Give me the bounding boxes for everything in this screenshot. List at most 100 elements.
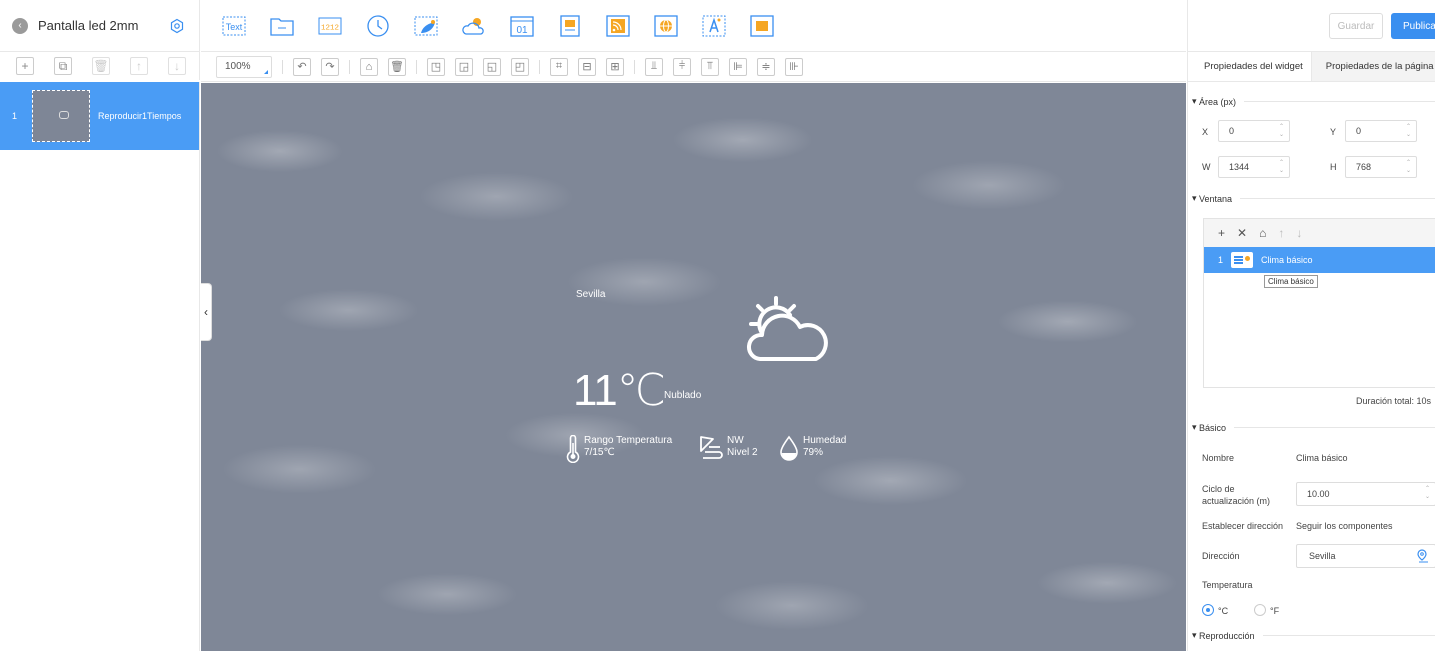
page-name: Reproducir1Tiempos <box>98 111 182 121</box>
tooltip: Clima básico <box>1264 275 1318 288</box>
counter-widget-button[interactable]: 1212 <box>317 13 343 39</box>
align-top-icon[interactable]: ⫪ <box>701 57 719 76</box>
align-hcenter-icon[interactable]: ≑ <box>757 57 775 76</box>
area-title: Área (px) <box>1199 96 1237 107</box>
image-widget-icon[interactable] <box>413 13 439 39</box>
text-widget-button[interactable]: Text <box>221 13 247 39</box>
move-down-icon[interactable]: ↓ <box>168 57 186 75</box>
basic-section-title[interactable]: ▾ Básico <box>1192 422 1435 433</box>
area-section-title[interactable]: ▾ Área (px) <box>1192 96 1435 107</box>
edit-toolbar: 100% ↶ ↷ ⌂ 🗑︎ ◳ ◲ ◱ ◰ ⌗ ⊟ ⊞ ⫫ ⫩ ⫪ ⊫ ≑ ⊪ <box>201 52 1186 82</box>
playback-title: Reproducción <box>1199 630 1255 641</box>
page-number: 1 <box>12 111 18 121</box>
bring-forward-icon[interactable]: ◳ <box>427 57 445 76</box>
address-input[interactable]: Sevilla <box>1296 544 1435 568</box>
humidity-info: Humedad 79% <box>779 435 846 461</box>
window-list-item[interactable]: 1 Clima básico <box>1204 247 1435 273</box>
fit-width-icon[interactable]: ⊟ <box>578 57 596 76</box>
collapse-panel-button[interactable]: ‹ <box>201 283 212 341</box>
rss-widget-icon[interactable] <box>605 13 631 39</box>
copy-page-icon[interactable]: ⧉ <box>54 57 72 75</box>
move-up-icon[interactable]: ↑ <box>1278 226 1284 240</box>
temperature-range: Rango Temperatura 7/15℃ <box>566 435 672 463</box>
title-bar: ‹ Pantalla led 2mm <box>0 0 200 52</box>
separator <box>416 59 417 74</box>
clock-icon[interactable] <box>365 13 391 39</box>
tab-widget-properties[interactable]: Propiedades del widget <box>1188 52 1312 81</box>
text-art-widget-icon[interactable] <box>701 13 727 39</box>
fahrenheit-label: °F <box>1270 606 1280 616</box>
location-icon[interactable] <box>1416 549 1430 563</box>
tab-page-properties[interactable]: Propiedades de la página <box>1311 52 1435 81</box>
move-down-icon[interactable]: ↓ <box>1296 226 1302 240</box>
clear-icon[interactable]: ⌂ <box>360 57 378 76</box>
width-input[interactable]: 1344 <box>1218 156 1290 178</box>
page-list: 1 Reproducir1Tiempos <box>0 82 200 651</box>
live-widget-icon[interactable] <box>749 13 775 39</box>
height-input[interactable]: 768 <box>1345 156 1417 178</box>
playback-section-title[interactable]: ▾ Reproducción <box>1192 630 1435 641</box>
page-list-item[interactable]: 1 Reproducir1Tiempos <box>0 82 199 150</box>
weather-condition: Nublado <box>664 390 702 401</box>
celsius-radio[interactable] <box>1202 604 1214 616</box>
send-to-back-icon[interactable]: ◰ <box>511 57 529 76</box>
delete-icon[interactable]: 🗑︎ <box>388 57 406 76</box>
back-icon[interactable]: ‹ <box>12 17 28 34</box>
web-widget-icon[interactable] <box>653 13 679 39</box>
settings-icon[interactable] <box>169 18 185 34</box>
canvas-area[interactable]: Sevilla 11℃ Nublado Rango Temperatura 7/… <box>201 83 1186 651</box>
add-page-icon[interactable]: + <box>16 57 34 75</box>
document-widget-icon[interactable] <box>557 13 583 39</box>
page-thumbnail <box>32 90 90 142</box>
humidity-label: Humedad <box>803 435 847 446</box>
move-up-icon[interactable]: ↑ <box>130 57 148 75</box>
separator <box>349 59 350 74</box>
align-vcenter-icon[interactable]: ⫩ <box>673 57 691 76</box>
wind-icon <box>700 436 723 459</box>
y-input[interactable]: 0 <box>1345 120 1417 142</box>
window-list: + ✕ ⌂ ↑ ↓ 1 Clima básico <box>1203 218 1435 388</box>
redo-icon[interactable]: ↷ <box>321 57 339 76</box>
widget-toolbar: Text 1212 01 <box>201 0 1186 52</box>
x-input[interactable]: 0 <box>1218 120 1290 142</box>
thermometer-icon <box>566 435 580 463</box>
save-button[interactable]: Guardar <box>1329 13 1383 39</box>
fit-height-icon[interactable]: ⊞ <box>606 57 624 76</box>
calendar-widget-button[interactable]: 01 <box>509 13 535 39</box>
window-item-name: Clima básico <box>1261 255 1313 265</box>
basic-title: Básico <box>1199 422 1227 433</box>
publish-button[interactable]: Publicar <box>1391 13 1435 39</box>
editor-app: ‹ Pantalla led 2mm + ⧉ 🗑︎ ↑ ↓ 1 Reproduc… <box>0 0 1435 651</box>
zoom-select[interactable]: 100% <box>216 55 272 78</box>
range-label: Rango Temperatura <box>584 435 673 446</box>
page-tools: + ⧉ 🗑︎ ↑ ↓ <box>0 52 200 80</box>
window-tools: + ✕ ⌂ ↑ ↓ <box>1204 219 1435 247</box>
undo-icon[interactable]: ↶ <box>293 57 311 76</box>
delete-page-icon[interactable]: 🗑︎ <box>92 57 110 75</box>
align-right-icon[interactable]: ⊪ <box>785 57 803 76</box>
property-tabs: Propiedades del widget Propiedades de la… <box>1188 52 1435 82</box>
clear-icon[interactable]: ⌂ <box>1259 226 1266 240</box>
close-icon[interactable]: ✕ <box>1237 226 1247 240</box>
wind-level: Nivel 2 <box>727 447 758 458</box>
fahrenheit-radio[interactable] <box>1254 604 1266 616</box>
bring-to-front-icon[interactable]: ◱ <box>483 57 501 76</box>
fit-screen-icon[interactable]: ⌗ <box>550 57 568 76</box>
properties-panel: Propiedades del widget Propiedades de la… <box>1187 52 1435 651</box>
send-backward-icon[interactable]: ◲ <box>455 57 473 76</box>
name-value: Clima básico <box>1296 453 1348 463</box>
window-section-title[interactable]: ▾ Ventana <box>1192 193 1435 204</box>
right-header: Guardar Publicar <box>1187 0 1435 52</box>
humidity-value: 79% <box>803 447 824 458</box>
folder-icon[interactable] <box>269 13 295 39</box>
add-icon[interactable]: + <box>1218 226 1225 240</box>
humidity-drop-icon <box>780 435 798 461</box>
cycle-input[interactable]: 10.00 <box>1296 482 1435 506</box>
align-bottom-icon[interactable]: ⫫ <box>645 57 663 76</box>
celsius-label: °C <box>1218 606 1229 616</box>
h-label: H <box>1330 162 1337 172</box>
address-label: Dirección <box>1202 551 1240 561</box>
total-duration: Duración total: 10s <box>1355 396 1431 406</box>
align-left-icon[interactable]: ⊫ <box>729 57 747 76</box>
weather-widget-icon[interactable] <box>461 13 487 39</box>
